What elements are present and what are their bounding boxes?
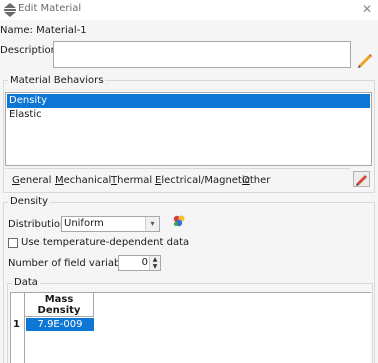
temperature-dependent-label: Use temperature-dependent data xyxy=(21,237,190,248)
material-name: Material-1 xyxy=(36,25,87,36)
chevron-down-icon: ▾ xyxy=(145,217,159,231)
field-variables-value: 0 xyxy=(141,257,148,268)
column-header-mass-density: Mass Density xyxy=(25,293,94,317)
data-title: Data xyxy=(12,277,40,288)
menu-separator xyxy=(5,168,350,169)
pencil-icon xyxy=(356,175,367,186)
temperature-dependent-checkbox[interactable] xyxy=(8,238,18,248)
pencil-icon[interactable] xyxy=(356,52,372,68)
edit-behavior-button[interactable] xyxy=(353,171,370,187)
field-variables-spinner[interactable]: 0 ▲ ▼ xyxy=(118,255,161,271)
menu-electrical-magnetic[interactable]: Electrical/Magnetic xyxy=(155,175,250,186)
row-index: 1 xyxy=(13,319,20,330)
description-field[interactable] xyxy=(53,41,351,68)
density-title: Density xyxy=(8,196,51,207)
menu-other[interactable]: Other xyxy=(242,175,270,186)
behavior-item-density[interactable]: Density xyxy=(7,94,370,108)
distribution-select[interactable]: Uniform ▾ xyxy=(61,216,160,232)
menu-thermal[interactable]: Thermal xyxy=(111,175,152,186)
behaviors-list[interactable]: Density Elastic xyxy=(5,92,372,166)
name-label: Name: xyxy=(0,25,33,36)
material-app-icon xyxy=(4,3,16,17)
material-behaviors-title: Material Behaviors xyxy=(8,75,106,86)
mass-density-cell[interactable]: 7.9E-009 xyxy=(26,318,94,331)
window-title: Edit Material xyxy=(18,3,82,14)
analytical-field-icon[interactable] xyxy=(172,214,186,228)
menu-general[interactable]: General xyxy=(12,175,51,186)
distribution-value: Uniform xyxy=(64,218,104,229)
spinner-arrows-icon[interactable]: ▲ ▼ xyxy=(149,256,160,270)
close-button[interactable]: ✕ xyxy=(360,2,374,16)
behavior-item-elastic[interactable]: Elastic xyxy=(7,108,370,122)
description-label: Description: xyxy=(0,45,61,56)
menu-mechanical[interactable]: Mechanical xyxy=(55,175,111,186)
name-row: Name: Material-1 xyxy=(0,25,87,36)
